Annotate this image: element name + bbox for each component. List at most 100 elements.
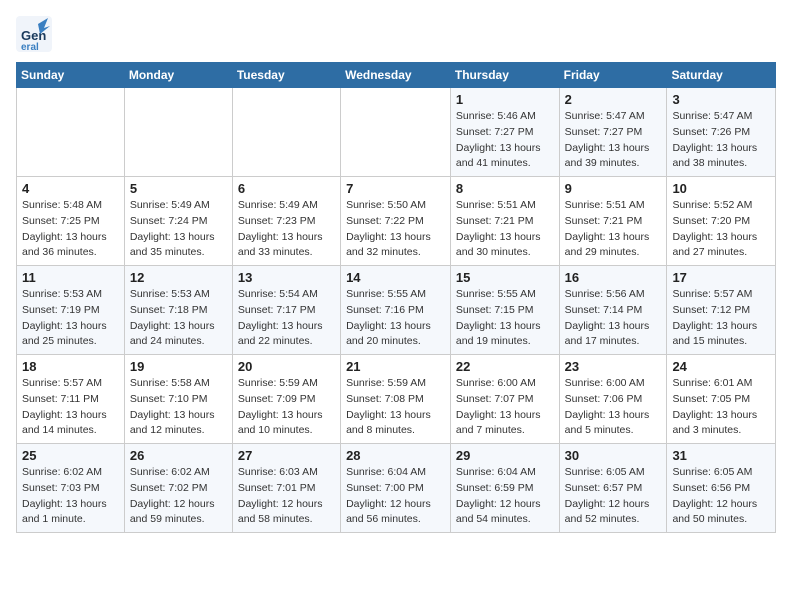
calendar-cell: 16 Sunrise: 5:56 AM Sunset: 7:14 PM Dayli… [559,266,667,355]
calendar-cell: 11 Sunrise: 5:53 AM Sunset: 7:19 PM Dayli… [17,266,125,355]
day-info: Sunrise: 5:59 AM Sunset: 7:09 PM Dayligh… [238,376,335,439]
day-number: 3 [672,92,770,107]
calendar-cell: 27 Sunrise: 6:03 AM Sunset: 7:01 PM Dayli… [232,444,340,533]
calendar-cell: 13 Sunrise: 5:54 AM Sunset: 7:17 PM Dayli… [232,266,340,355]
calendar-cell: 28Sunrise: 6:04 AM Sunset: 7:00 PM Dayli… [341,444,451,533]
calendar-cell: 19 Sunrise: 5:58 AM Sunset: 7:10 PM Dayli… [124,355,232,444]
calendar-cell: 25Sunrise: 6:02 AM Sunset: 7:03 PM Dayli… [17,444,125,533]
day-info: Sunrise: 5:53 AM Sunset: 7:19 PM Dayligh… [22,287,119,350]
calendar-cell: 2 Sunrise: 5:47 AM Sunset: 7:27 PM Daylig… [559,88,667,177]
weekday-header: Friday [559,63,667,88]
day-number: 16 [565,270,662,285]
calendar-cell: 26Sunrise: 6:02 AM Sunset: 7:02 PM Dayli… [124,444,232,533]
day-number: 9 [565,181,662,196]
calendar-cell: 21 Sunrise: 5:59 AM Sunset: 7:08 PM Dayli… [341,355,451,444]
day-number: 13 [238,270,335,285]
day-number: 5 [130,181,227,196]
calendar-cell [124,88,232,177]
day-info: Sunrise: 6:05 AM Sunset: 6:56 PM Dayligh… [672,465,770,528]
weekday-header: Sunday [17,63,125,88]
day-info: Sunrise: 5:51 AM Sunset: 7:21 PM Dayligh… [565,198,662,261]
calendar-row: 4 Sunrise: 5:48 AM Sunset: 7:25 PM Daylig… [17,177,776,266]
weekday-header: Thursday [450,63,559,88]
calendar-cell: 18 Sunrise: 5:57 AM Sunset: 7:11 PM Dayli… [17,355,125,444]
day-number: 15 [456,270,554,285]
day-info: Sunrise: 5:49 AM Sunset: 7:24 PM Dayligh… [130,198,227,261]
calendar-cell: 29Sunrise: 6:04 AM Sunset: 6:59 PM Dayli… [450,444,559,533]
day-number: 7 [346,181,445,196]
day-number: 20 [238,359,335,374]
day-info: Sunrise: 6:05 AM Sunset: 6:57 PM Dayligh… [565,465,662,528]
day-info: Sunrise: 6:03 AM Sunset: 7:01 PM Dayligh… [238,465,335,528]
day-info: Sunrise: 6:01 AM Sunset: 7:05 PM Dayligh… [672,376,770,439]
day-info: Sunrise: 5:57 AM Sunset: 7:11 PM Dayligh… [22,376,119,439]
calendar-cell: 24 Sunrise: 6:01 AM Sunset: 7:05 PM Dayli… [667,355,776,444]
calendar-header: SundayMondayTuesdayWednesdayThursdayFrid… [17,63,776,88]
logo: Gen eral [16,16,56,52]
day-number: 1 [456,92,554,107]
logo-icon: Gen eral [16,16,52,52]
day-info: Sunrise: 5:58 AM Sunset: 7:10 PM Dayligh… [130,376,227,439]
day-info: Sunrise: 5:47 AM Sunset: 7:26 PM Dayligh… [672,109,770,172]
day-number: 4 [22,181,119,196]
day-number: 12 [130,270,227,285]
day-info: Sunrise: 5:56 AM Sunset: 7:14 PM Dayligh… [565,287,662,350]
day-info: Sunrise: 5:50 AM Sunset: 7:22 PM Dayligh… [346,198,445,261]
day-info: Sunrise: 5:49 AM Sunset: 7:23 PM Dayligh… [238,198,335,261]
day-number: 17 [672,270,770,285]
page-header: Gen eral [16,16,776,52]
calendar-cell: 7 Sunrise: 5:50 AM Sunset: 7:22 PM Daylig… [341,177,451,266]
calendar-cell: 3 Sunrise: 5:47 AM Sunset: 7:26 PM Daylig… [667,88,776,177]
day-info: Sunrise: 5:48 AM Sunset: 7:25 PM Dayligh… [22,198,119,261]
day-number: 27 [238,448,335,463]
calendar-row: 1Sunrise: 5:46 AM Sunset: 7:27 PM Daylig… [17,88,776,177]
calendar-cell: 23 Sunrise: 6:00 AM Sunset: 7:06 PM Dayli… [559,355,667,444]
calendar-cell: 22 Sunrise: 6:00 AM Sunset: 7:07 PM Dayli… [450,355,559,444]
day-info: Sunrise: 5:54 AM Sunset: 7:17 PM Dayligh… [238,287,335,350]
day-info: Sunrise: 6:00 AM Sunset: 7:06 PM Dayligh… [565,376,662,439]
day-number: 19 [130,359,227,374]
calendar-cell: 12Sunrise: 5:53 AM Sunset: 7:18 PM Dayli… [124,266,232,355]
day-number: 18 [22,359,119,374]
day-number: 31 [672,448,770,463]
day-info: Sunrise: 6:04 AM Sunset: 7:00 PM Dayligh… [346,465,445,528]
calendar-cell [17,88,125,177]
weekday-header: Saturday [667,63,776,88]
day-number: 10 [672,181,770,196]
svg-text:eral: eral [21,42,39,52]
weekday-header: Monday [124,63,232,88]
day-info: Sunrise: 6:02 AM Sunset: 7:03 PM Dayligh… [22,465,119,528]
day-number: 30 [565,448,662,463]
day-number: 24 [672,359,770,374]
header-row: SundayMondayTuesdayWednesdayThursdayFrid… [17,63,776,88]
calendar-cell: 10Sunrise: 5:52 AM Sunset: 7:20 PM Dayli… [667,177,776,266]
calendar-body: 1Sunrise: 5:46 AM Sunset: 7:27 PM Daylig… [17,88,776,533]
calendar-cell: 5 Sunrise: 5:49 AM Sunset: 7:24 PM Daylig… [124,177,232,266]
calendar-row: 25Sunrise: 6:02 AM Sunset: 7:03 PM Dayli… [17,444,776,533]
day-info: Sunrise: 5:55 AM Sunset: 7:16 PM Dayligh… [346,287,445,350]
day-number: 23 [565,359,662,374]
weekday-header: Wednesday [341,63,451,88]
calendar-row: 11 Sunrise: 5:53 AM Sunset: 7:19 PM Dayli… [17,266,776,355]
calendar-row: 18 Sunrise: 5:57 AM Sunset: 7:11 PM Dayli… [17,355,776,444]
calendar-cell [232,88,340,177]
calendar-cell: 20 Sunrise: 5:59 AM Sunset: 7:09 PM Dayli… [232,355,340,444]
calendar-cell: 6 Sunrise: 5:49 AM Sunset: 7:23 PM Daylig… [232,177,340,266]
day-info: Sunrise: 6:02 AM Sunset: 7:02 PM Dayligh… [130,465,227,528]
day-info: Sunrise: 5:57 AM Sunset: 7:12 PM Dayligh… [672,287,770,350]
day-info: Sunrise: 6:00 AM Sunset: 7:07 PM Dayligh… [456,376,554,439]
calendar-cell: 4 Sunrise: 5:48 AM Sunset: 7:25 PM Daylig… [17,177,125,266]
day-info: Sunrise: 5:47 AM Sunset: 7:27 PM Dayligh… [565,109,662,172]
day-number: 29 [456,448,554,463]
calendar-cell: 9 Sunrise: 5:51 AM Sunset: 7:21 PM Daylig… [559,177,667,266]
day-number: 6 [238,181,335,196]
calendar-table: SundayMondayTuesdayWednesdayThursdayFrid… [16,62,776,533]
day-info: Sunrise: 5:51 AM Sunset: 7:21 PM Dayligh… [456,198,554,261]
day-number: 21 [346,359,445,374]
day-info: Sunrise: 5:59 AM Sunset: 7:08 PM Dayligh… [346,376,445,439]
calendar-cell: 8Sunrise: 5:51 AM Sunset: 7:21 PM Daylig… [450,177,559,266]
day-number: 11 [22,270,119,285]
day-number: 2 [565,92,662,107]
day-number: 22 [456,359,554,374]
calendar-cell: 30 Sunrise: 6:05 AM Sunset: 6:57 PM Dayli… [559,444,667,533]
